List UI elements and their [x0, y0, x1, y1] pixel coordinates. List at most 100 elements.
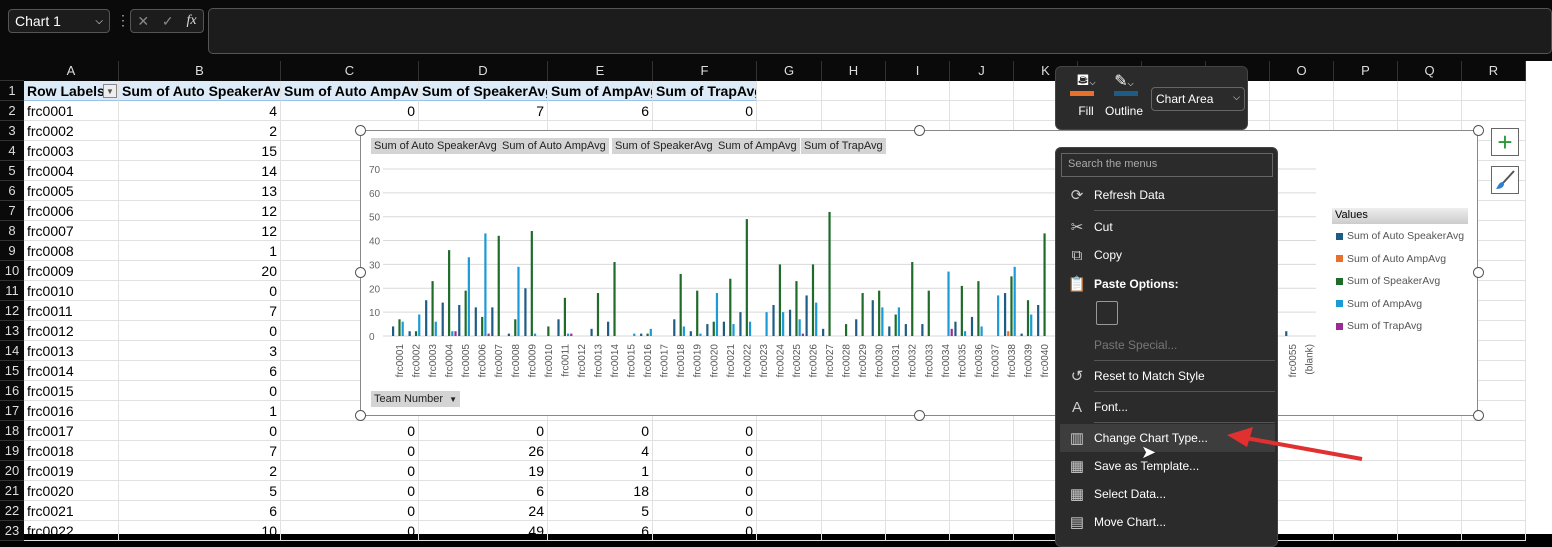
table-cell[interactable]: 0	[653, 441, 757, 461]
bar[interactable]	[682, 326, 685, 336]
filter-dropdown-icon[interactable]: ▼	[103, 84, 117, 98]
table-cell[interactable]: frc0017	[24, 421, 119, 441]
value-field-button[interactable]: Sum of Auto AmpAvg	[499, 138, 609, 154]
table-cell[interactable]	[1334, 481, 1398, 501]
bar[interactable]	[1037, 304, 1040, 336]
bar[interactable]	[878, 290, 881, 336]
row-header[interactable]: 14	[0, 341, 24, 361]
axis-field-button[interactable]: Team Number ▼	[371, 391, 460, 407]
bar[interactable]	[481, 316, 484, 336]
table-cell[interactable]: 0	[281, 501, 419, 521]
fx-icon[interactable]: fx	[186, 13, 196, 29]
table-cell[interactable]	[886, 461, 950, 481]
bar[interactable]	[484, 233, 487, 336]
bar[interactable]	[414, 331, 418, 336]
table-cell[interactable]: frc0003	[24, 141, 119, 161]
resize-handle[interactable]	[914, 410, 925, 421]
bar[interactable]	[798, 319, 801, 336]
bar[interactable]	[788, 309, 792, 336]
table-cell[interactable]	[757, 81, 822, 101]
row-header[interactable]: 5	[0, 161, 24, 181]
bar[interactable]	[514, 319, 517, 336]
table-header-cell[interactable]: Sum of Auto SpeakerAvg	[119, 81, 281, 101]
table-cell[interactable]	[950, 521, 1014, 541]
table-cell[interactable]: 6	[419, 481, 548, 501]
table-cell[interactable]	[822, 481, 886, 501]
table-cell[interactable]	[822, 441, 886, 461]
table-cell[interactable]: 0	[281, 101, 419, 121]
legend-item[interactable]: Sum of Auto AmpAvg	[1336, 253, 1446, 265]
resize-handle[interactable]	[1473, 410, 1484, 421]
table-cell[interactable]	[1270, 101, 1334, 121]
table-cell[interactable]	[1398, 441, 1462, 461]
bar[interactable]	[732, 324, 735, 336]
bar[interactable]	[696, 290, 699, 336]
bar[interactable]	[563, 297, 566, 336]
bar[interactable]	[997, 295, 1000, 336]
bar[interactable]	[649, 328, 652, 336]
table-cell[interactable]: 5	[119, 481, 281, 501]
column-header-P[interactable]: P	[1334, 61, 1398, 81]
table-cell[interactable]: 15	[119, 141, 281, 161]
bar[interactable]	[557, 319, 560, 336]
bar[interactable]	[633, 333, 636, 336]
resize-handle[interactable]	[355, 410, 366, 421]
menu-item-move-chart[interactable]: ▤ Move Chart...	[1060, 508, 1275, 536]
table-cell[interactable]: frc0022	[24, 521, 119, 541]
table-cell[interactable]	[1334, 101, 1398, 121]
table-cell[interactable]	[886, 481, 950, 501]
bar[interactable]	[425, 300, 428, 336]
chart-styles-button[interactable]	[1491, 166, 1519, 194]
legend-item[interactable]: Sum of AmpAvg	[1336, 298, 1422, 310]
table-cell[interactable]	[1398, 461, 1462, 481]
bar[interactable]	[977, 281, 980, 336]
table-cell[interactable]: frc0018	[24, 441, 119, 461]
table-cell[interactable]	[1462, 421, 1526, 441]
table-cell[interactable]	[1334, 501, 1398, 521]
bar[interactable]	[904, 324, 907, 336]
table-cell[interactable]	[757, 461, 822, 481]
bar[interactable]	[401, 321, 404, 336]
bar[interactable]	[712, 321, 715, 336]
table-cell[interactable]: 0	[281, 441, 419, 461]
bar[interactable]	[567, 333, 570, 336]
table-cell[interactable]: frc0007	[24, 221, 119, 241]
legend-item[interactable]: Sum of SpeakerAvg	[1336, 275, 1440, 287]
bar[interactable]	[491, 307, 494, 336]
table-cell[interactable]	[950, 441, 1014, 461]
table-cell[interactable]: frc0016	[24, 401, 119, 421]
table-cell[interactable]: 0	[653, 481, 757, 501]
pivot-chart[interactable]: 0 10 20 30 40 50 60 70 frc0001 frc0002 frc0003 frc0…	[355, 125, 1484, 421]
row-header[interactable]: 18	[0, 421, 24, 441]
table-cell[interactable]	[1270, 481, 1334, 501]
table-cell[interactable]: frc0010	[24, 281, 119, 301]
table-cell[interactable]: frc0005	[24, 181, 119, 201]
table-cell[interactable]	[757, 441, 822, 461]
column-header-H[interactable]: H	[822, 61, 886, 81]
table-cell[interactable]	[1398, 421, 1462, 441]
table-cell[interactable]: 20	[119, 261, 281, 281]
table-cell[interactable]	[886, 441, 950, 461]
bar[interactable]	[507, 333, 510, 336]
cancel-icon[interactable]: ✕	[137, 13, 149, 30]
table-cell[interactable]	[822, 81, 886, 101]
bar[interactable]	[745, 219, 748, 336]
bar[interactable]	[418, 314, 421, 336]
table-cell[interactable]: 3	[119, 341, 281, 361]
table-cell[interactable]	[950, 101, 1014, 121]
table-cell[interactable]: frc0014	[24, 361, 119, 381]
table-cell[interactable]: frc0021	[24, 501, 119, 521]
bar[interactable]	[888, 326, 891, 336]
check-icon[interactable]: ✓	[162, 13, 174, 30]
table-cell[interactable]	[822, 461, 886, 481]
table-cell[interactable]: 6	[119, 361, 281, 381]
menu-item-cut[interactable]: ✂ Cut	[1060, 213, 1275, 241]
row-header[interactable]: 2	[0, 101, 24, 121]
bar[interactable]	[739, 312, 742, 336]
resize-handle[interactable]	[914, 125, 925, 136]
row-header[interactable]: 17	[0, 401, 24, 421]
bar[interactable]	[467, 257, 470, 336]
bar[interactable]	[795, 281, 798, 336]
table-cell[interactable]	[886, 501, 950, 521]
table-cell[interactable]	[1334, 521, 1398, 541]
